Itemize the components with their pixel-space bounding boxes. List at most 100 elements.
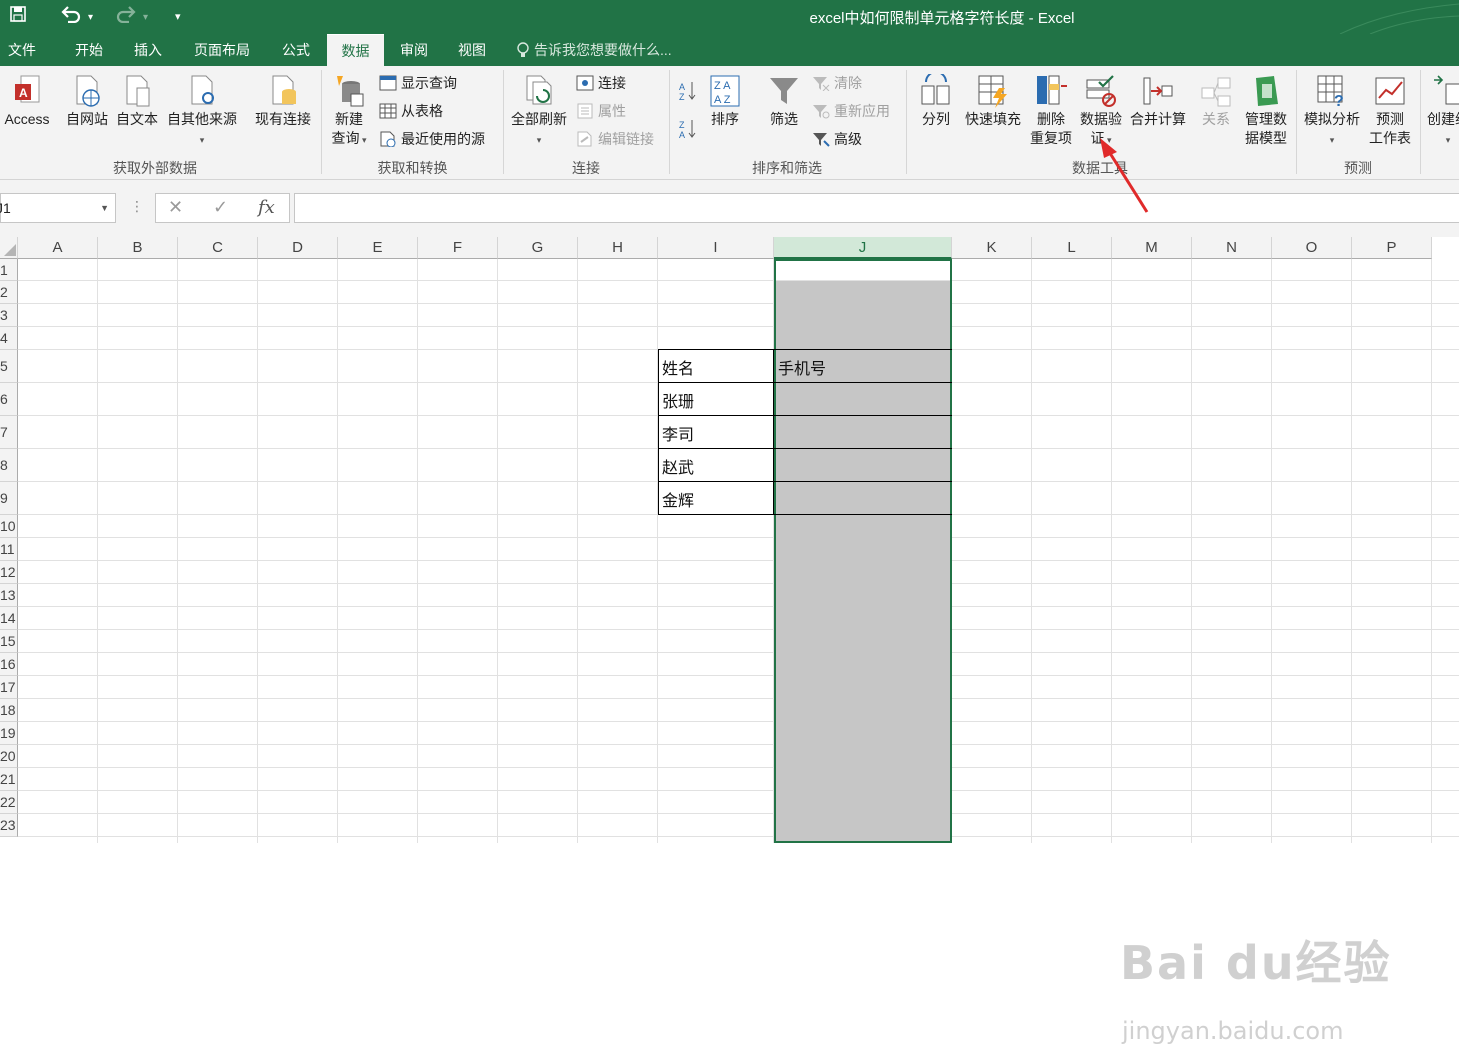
edit-links-button[interactable]: 编辑链接 [576, 128, 654, 150]
row-header-18[interactable]: 18 [0, 699, 18, 722]
recent-sources-button[interactable]: 最近使用的源 [379, 128, 485, 150]
from-web-button[interactable]: 自网站 [62, 74, 112, 129]
name-box[interactable]: J1 ▼ [0, 193, 116, 223]
column-header-o[interactable]: O [1272, 237, 1352, 259]
filter-button[interactable]: 筛选 [762, 74, 806, 129]
formula-buttons: ✕ ✓ fx [155, 193, 290, 223]
row-header-7[interactable]: 7 [0, 416, 18, 449]
show-queries-button[interactable]: 显示查询 [379, 72, 457, 94]
relationships-button[interactable]: 关系 [1194, 74, 1238, 129]
row-header-21[interactable]: 21 [0, 768, 18, 791]
column-header-h[interactable]: H [578, 237, 658, 259]
reapply-button[interactable]: 重新应用 [812, 100, 890, 122]
row-header-2[interactable]: 2 [0, 281, 18, 304]
row-header-3[interactable]: 3 [0, 304, 18, 327]
from-table-button[interactable]: 从表格 [379, 100, 443, 122]
tab-review[interactable]: 审阅 [388, 34, 440, 66]
gridline-vertical [177, 259, 178, 843]
row-header-5[interactable]: 5 [0, 350, 18, 383]
existing-connections-button[interactable]: 现有连接 [250, 74, 316, 129]
row-header-14[interactable]: 14 [0, 607, 18, 630]
create-group-button[interactable]: 创建组▾ [1424, 74, 1459, 150]
cell-j5[interactable]: 手机号 [778, 360, 826, 380]
column-header-n[interactable]: N [1192, 237, 1272, 259]
sort-az-icon: AZ [679, 82, 696, 102]
remove-duplicates-button[interactable]: 删除 重复项 [1027, 74, 1075, 148]
from-other-sources-button[interactable]: 自其他来源 ▾ [162, 74, 242, 150]
column-header-m[interactable]: M [1112, 237, 1192, 259]
column-header-f[interactable]: F [418, 237, 498, 259]
cell-i7[interactable]: 李司 [662, 426, 694, 446]
cell-i9[interactable]: 金辉 [662, 492, 694, 512]
row-header-9[interactable]: 9 [0, 482, 18, 515]
tab-home[interactable]: 开始 [62, 34, 116, 66]
enter-icon[interactable]: ✓ [213, 197, 228, 218]
from-text-button[interactable]: 自文本 [113, 74, 161, 129]
row-header-20[interactable]: 20 [0, 745, 18, 768]
row-header-4[interactable]: 4 [0, 327, 18, 350]
row-header-13[interactable]: 13 [0, 584, 18, 607]
row-header-6[interactable]: 6 [0, 383, 18, 416]
tab-data[interactable]: 数据 [327, 34, 384, 66]
column-header-p[interactable]: P [1352, 237, 1432, 259]
column-header-d[interactable]: D [258, 237, 338, 259]
column-header-e[interactable]: E [338, 237, 418, 259]
sort-button[interactable]: Z A A Z 排序 [703, 74, 747, 129]
text-to-columns-button[interactable]: 分列 [914, 74, 958, 129]
manage-data-model-button[interactable]: 管理数 据模型 [1240, 74, 1292, 148]
cell-i6[interactable]: 张珊 [662, 393, 694, 413]
column-header-b[interactable]: B [98, 237, 178, 259]
clear-filter-button[interactable]: 清除 [812, 72, 862, 94]
connections-button[interactable]: 连接 [576, 72, 626, 94]
row-header-16[interactable]: 16 [0, 653, 18, 676]
column-header-l[interactable]: L [1032, 237, 1112, 259]
row-header-10[interactable]: 10 [0, 515, 18, 538]
column-header-g[interactable]: G [498, 237, 578, 259]
row-header-22[interactable]: 22 [0, 791, 18, 814]
from-access-button[interactable]: A Access [0, 74, 60, 129]
gridline-horizontal [18, 675, 1459, 676]
cell-i5[interactable]: 姓名 [662, 360, 694, 380]
what-if-analysis-button[interactable]: ? 模拟分析 ▾ [1300, 74, 1364, 150]
row-header-19[interactable]: 19 [0, 722, 18, 745]
tab-view[interactable]: 视图 [446, 34, 498, 66]
formula-input[interactable] [294, 193, 1459, 223]
group-separator [669, 70, 670, 174]
worksheet-grid[interactable]: ABCDEFGHIJKLMNOP 1 2 3 4 5 6 7 8 9 10 11 12 13 14 15 16… [0, 237, 1459, 1045]
sort-ascending-button[interactable]: AZ [678, 80, 698, 102]
row-header-12[interactable]: 12 [0, 561, 18, 584]
tab-page-layout[interactable]: 页面布局 [182, 34, 262, 66]
tell-me-search[interactable]: 告诉我您想要做什么... [516, 34, 672, 66]
select-all-corner[interactable] [0, 237, 18, 259]
column-header-i[interactable]: I [658, 237, 774, 259]
cell-i8[interactable]: 赵武 [662, 459, 694, 479]
cancel-icon[interactable]: ✕ [168, 197, 183, 218]
row-header-8[interactable]: 8 [0, 449, 18, 482]
forecast-sheet-button[interactable]: 预测 工作表 [1366, 74, 1414, 148]
column-header-a[interactable]: A [18, 237, 98, 259]
insert-function-icon[interactable]: fx [258, 197, 275, 218]
refresh-all-button[interactable]: 全部刷新 ▾ [508, 74, 570, 150]
row-header-23[interactable]: 23 [0, 814, 18, 837]
row-header-15[interactable]: 15 [0, 630, 18, 653]
gridline-horizontal [18, 629, 1459, 630]
refresh-all-label: 全部刷新 [511, 111, 567, 127]
column-header-k[interactable]: K [952, 237, 1032, 259]
tab-formulas[interactable]: 公式 [270, 34, 322, 66]
row-header-11[interactable]: 11 [0, 538, 18, 561]
row-header-1[interactable]: 1 [0, 259, 18, 281]
new-query-button[interactable]: 新建 查询 ▾ [326, 74, 372, 150]
column-header-j[interactable]: J [774, 237, 952, 259]
row-header-17[interactable]: 17 [0, 676, 18, 699]
properties-button[interactable]: 属性 [576, 100, 626, 122]
tab-insert[interactable]: 插入 [122, 34, 174, 66]
flash-fill-button[interactable]: 快速填充 [962, 74, 1024, 129]
column-header-c[interactable]: C [178, 237, 258, 259]
table-border-line [658, 481, 952, 482]
consolidate-button[interactable]: 合并计算 [1127, 74, 1189, 129]
tab-file[interactable]: 文件 [0, 34, 44, 66]
advanced-filter-button[interactable]: 高级 [812, 128, 862, 150]
name-box-dropdown-icon[interactable]: ▼ [100, 194, 109, 222]
data-validation-button[interactable]: 数据验 证 ▾ [1076, 74, 1126, 150]
sort-descending-button[interactable]: ZA [678, 118, 698, 140]
